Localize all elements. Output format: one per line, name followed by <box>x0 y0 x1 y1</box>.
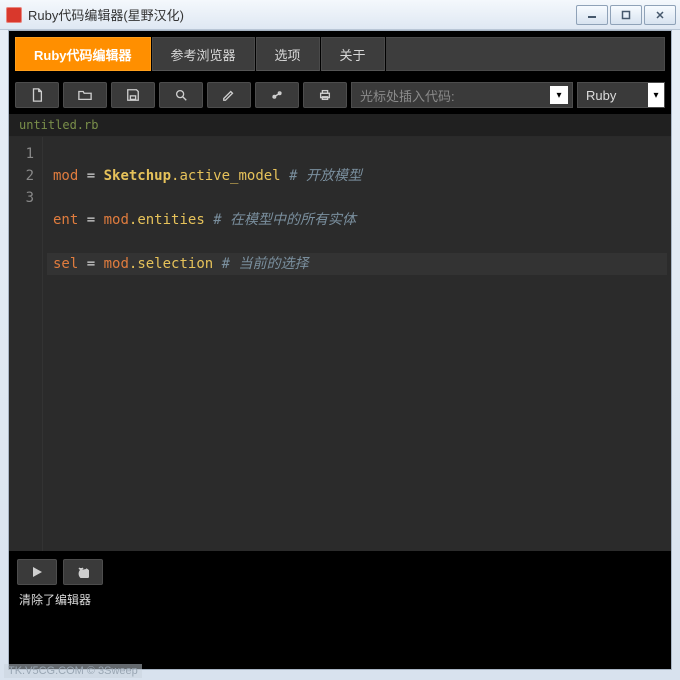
tab-ruby-editor[interactable]: Ruby代码编辑器 <box>15 37 151 71</box>
close-button[interactable] <box>644 5 676 25</box>
insert-placeholder: 光标处插入代码: <box>360 86 455 105</box>
line-number: 2 <box>13 165 34 187</box>
window-title: Ruby代码编辑器(星野汉化) <box>28 5 576 24</box>
save-file-button[interactable] <box>111 82 155 108</box>
maximize-button[interactable] <box>610 5 642 25</box>
app-body: Ruby代码编辑器 参考浏览器 选项 关于 <box>8 30 672 670</box>
minimize-button[interactable] <box>576 5 608 25</box>
footer-text: TK.V5CG.COM © 3Sweep <box>8 665 138 677</box>
tab-label: 选项 <box>275 45 301 64</box>
tab-label: Ruby代码编辑器 <box>34 45 132 64</box>
console-line: 清除了编辑器 <box>19 591 661 608</box>
title-bar[interactable]: Ruby代码编辑器(星野汉化) <box>0 0 680 30</box>
code-area[interactable]: mod = Sketchup.active_model # 开放模型 ent =… <box>43 137 671 551</box>
language-select[interactable]: Ruby <box>577 82 665 108</box>
tab-reference-browser[interactable]: 参考浏览器 <box>152 37 255 71</box>
line-number: 3 <box>13 187 34 209</box>
tab-label: 参考浏览器 <box>171 45 236 64</box>
tab-label: 关于 <box>340 45 366 64</box>
new-file-button[interactable] <box>15 82 59 108</box>
run-button[interactable] <box>17 559 57 585</box>
run-bar <box>9 551 671 589</box>
line-gutter: 1 2 3 <box>9 137 43 551</box>
language-label: Ruby <box>586 88 616 103</box>
chevron-down-icon <box>550 86 568 104</box>
code-line: sel = mod.selection # 当前的选择 <box>47 253 667 275</box>
tab-options[interactable]: 选项 <box>256 37 320 71</box>
tab-about[interactable]: 关于 <box>321 37 385 71</box>
filename: untitled.rb <box>19 118 98 132</box>
filename-bar: untitled.rb <box>9 114 671 137</box>
settings-button[interactable] <box>255 82 299 108</box>
edit-button[interactable] <box>207 82 251 108</box>
console-output: 清除了编辑器 <box>9 589 671 669</box>
insert-code-select[interactable]: 光标处插入代码: <box>351 82 573 108</box>
footer-watermark: TK.V5CG.COM © 3Sweep <box>4 664 142 678</box>
open-file-button[interactable] <box>63 82 107 108</box>
code-line: mod = Sketchup.active_model # 开放模型 <box>47 165 667 187</box>
window-frame: Ruby代码编辑器(星野汉化) Ruby代码编辑器 参考浏览器 选项 关于 <box>0 0 680 680</box>
code-line: ent = mod.entities # 在模型中的所有实体 <box>47 209 667 231</box>
line-number: 1 <box>13 143 34 165</box>
print-button[interactable] <box>303 82 347 108</box>
tab-filler <box>386 37 665 71</box>
app-icon <box>6 7 22 23</box>
main-tabs: Ruby代码编辑器 参考浏览器 选项 关于 <box>15 37 665 72</box>
search-button[interactable] <box>159 82 203 108</box>
chevron-down-icon <box>648 83 664 107</box>
code-editor[interactable]: 1 2 3 mod = Sketchup.active_model # 开放模型… <box>9 137 671 551</box>
undo-button[interactable] <box>63 559 103 585</box>
toolbar: 光标处插入代码: Ruby <box>9 72 671 114</box>
